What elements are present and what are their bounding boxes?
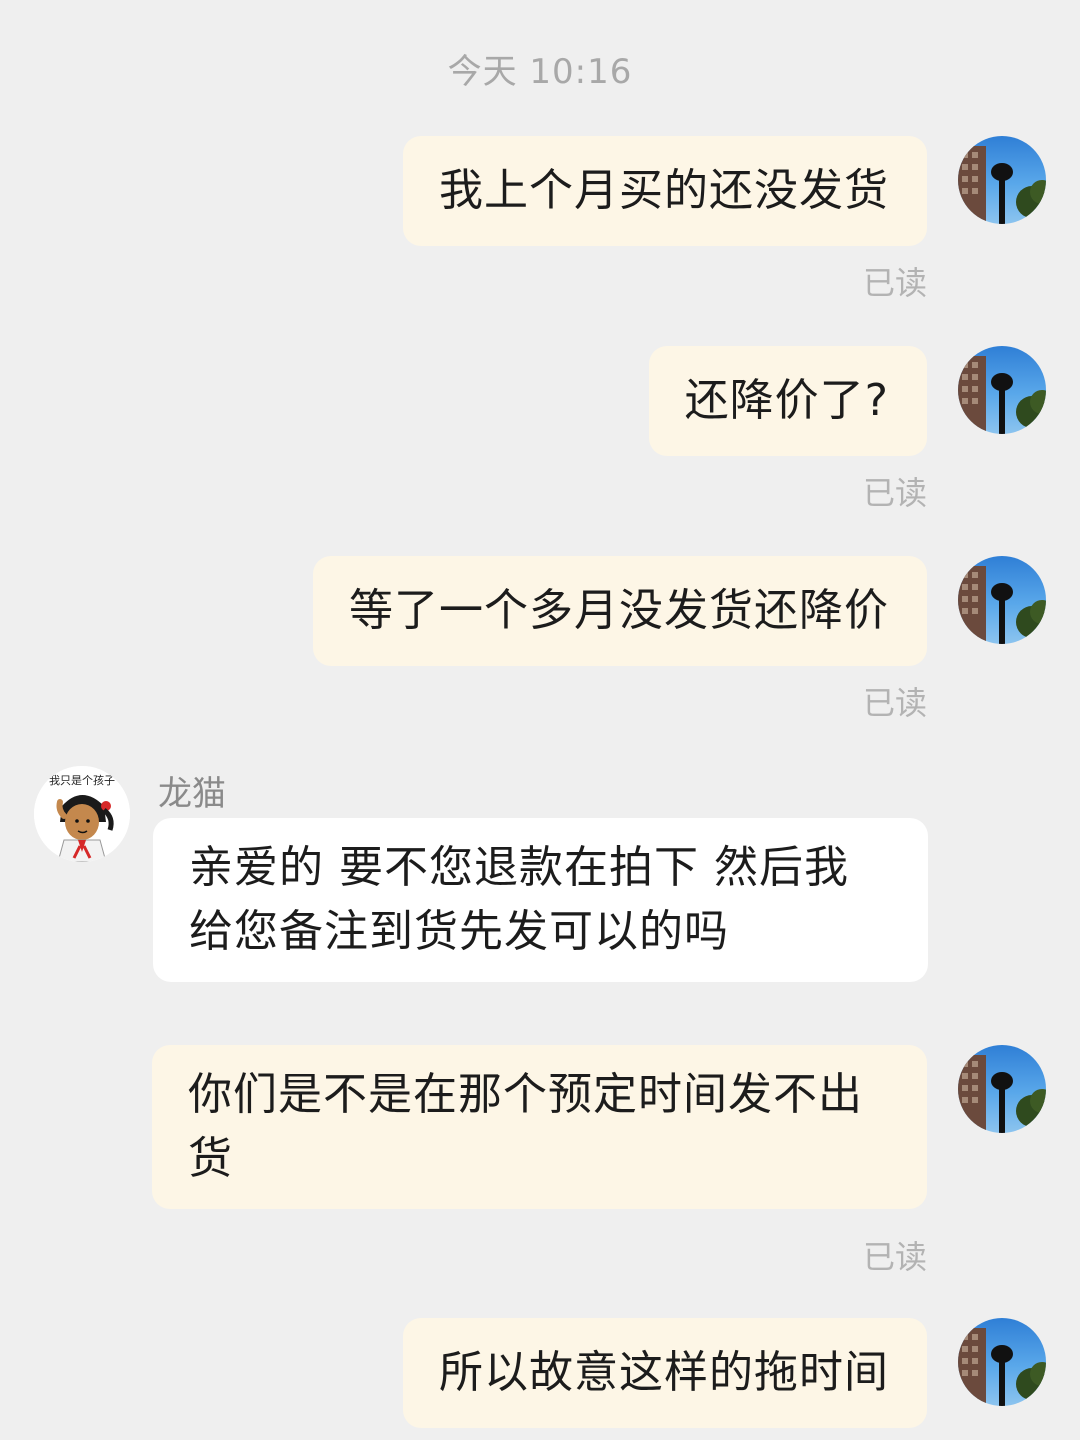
read-receipt: 已读 (862, 1238, 927, 1276)
building-sky-avatar-icon (958, 1328, 1046, 1406)
building-sky-avatar-icon (958, 566, 1046, 644)
read-receipt: 已读 (862, 264, 927, 302)
my-avatar[interactable] (958, 136, 1046, 224)
message-bubble-outgoing[interactable]: 等了一个多月没发货还降价 (313, 556, 927, 666)
building-sky-avatar-icon (958, 356, 1046, 434)
chat-screen: 今天 10:16 我上个月买的还没发货 已读 还降价了? 已读 等了一个多月没发… (0, 0, 1080, 1440)
contact-avatar[interactable]: 我只是个孩子 (34, 766, 130, 862)
building-sky-avatar-icon (958, 146, 1046, 224)
message-bubble-outgoing[interactable]: 我上个月买的还没发货 (403, 136, 927, 246)
chat-timestamp: 今天 10:16 (447, 52, 633, 92)
message-bubble-outgoing[interactable]: 所以故意这样的拖时间 (403, 1318, 927, 1428)
read-receipt: 已读 (862, 684, 927, 722)
message-bubble-outgoing[interactable]: 还降价了? (648, 346, 927, 456)
avatar-caption: 我只是个孩子 (49, 774, 115, 787)
my-avatar[interactable] (958, 556, 1046, 644)
my-avatar[interactable] (958, 1045, 1046, 1133)
message-bubble-outgoing[interactable]: 你们是不是在那个预定时间发不出货 (152, 1045, 927, 1209)
my-avatar[interactable] (958, 346, 1046, 434)
message-bubble-incoming[interactable]: 亲爱的 要不您退款在拍下 然后我给您备注到货先发可以的吗 (153, 818, 928, 982)
contact-name: 龙猫 (158, 774, 226, 814)
cartoon-girl-avatar-icon: 我只是个孩子 (34, 766, 130, 862)
my-avatar[interactable] (958, 1318, 1046, 1406)
read-receipt: 已读 (862, 474, 927, 512)
building-sky-avatar-icon (958, 1055, 1046, 1133)
